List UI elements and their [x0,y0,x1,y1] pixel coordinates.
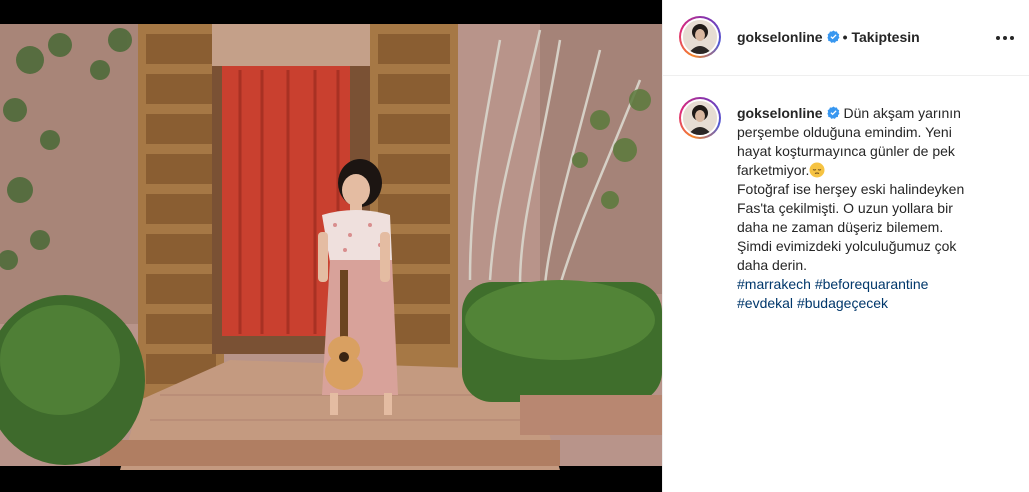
post-sidebar: gokselonline • Takiptesin gokselonline Dün… [662,0,1029,492]
author-avatar[interactable] [679,16,721,58]
verified-badge-icon [826,106,840,119]
caption-text-line: hayat koşturmayınca günler de pek [737,143,955,159]
hashtag-link[interactable]: #evdekal [737,295,793,311]
post-caption: gokselonline Dün akşam yarının perşembe … [737,104,997,313]
caption-author-avatar[interactable] [679,97,721,139]
header-info: gokselonline • Takiptesin [737,29,920,45]
avatar-image [683,20,717,54]
following-button[interactable]: Takiptesin [851,29,919,45]
caption-text-line: Şimdi evimizdeki yolculuğumuz çok [737,238,957,254]
caption-text-line: Fotoğraf ise herşey eski halindeyken [737,181,965,197]
verified-badge-icon [826,30,840,43]
more-horizontal-icon[interactable] [996,30,1014,46]
caption-text-line: daha ne zaman düşeriz bilemem. [737,219,944,235]
hashtag-link[interactable]: #budageçecek [797,295,888,311]
caption-text-line: perşembe olduğuna emindim. Yeni [737,124,952,140]
separator-dot: • [842,29,848,45]
caption-username[interactable]: gokselonline [737,105,823,121]
caption-text-line: Dün akşam yarının [843,105,961,121]
caption-text-line: daha derin. [737,257,808,273]
caption-text-line: farketmiyor. [737,162,810,178]
hashtag-link[interactable]: #marrakech [737,276,811,292]
post-header: gokselonline • Takiptesin [663,0,1029,76]
hashtag-link[interactable]: #beforequarantine [815,276,929,292]
caption-text-line: Fas'ta çekilmişti. O uzun yollara bir [737,200,953,216]
avatar-image [683,101,717,135]
pensive-face-emoji-icon [809,162,825,178]
author-username[interactable]: gokselonline [737,29,823,45]
post-photo[interactable] [0,0,662,492]
post-photo-image [0,0,662,492]
